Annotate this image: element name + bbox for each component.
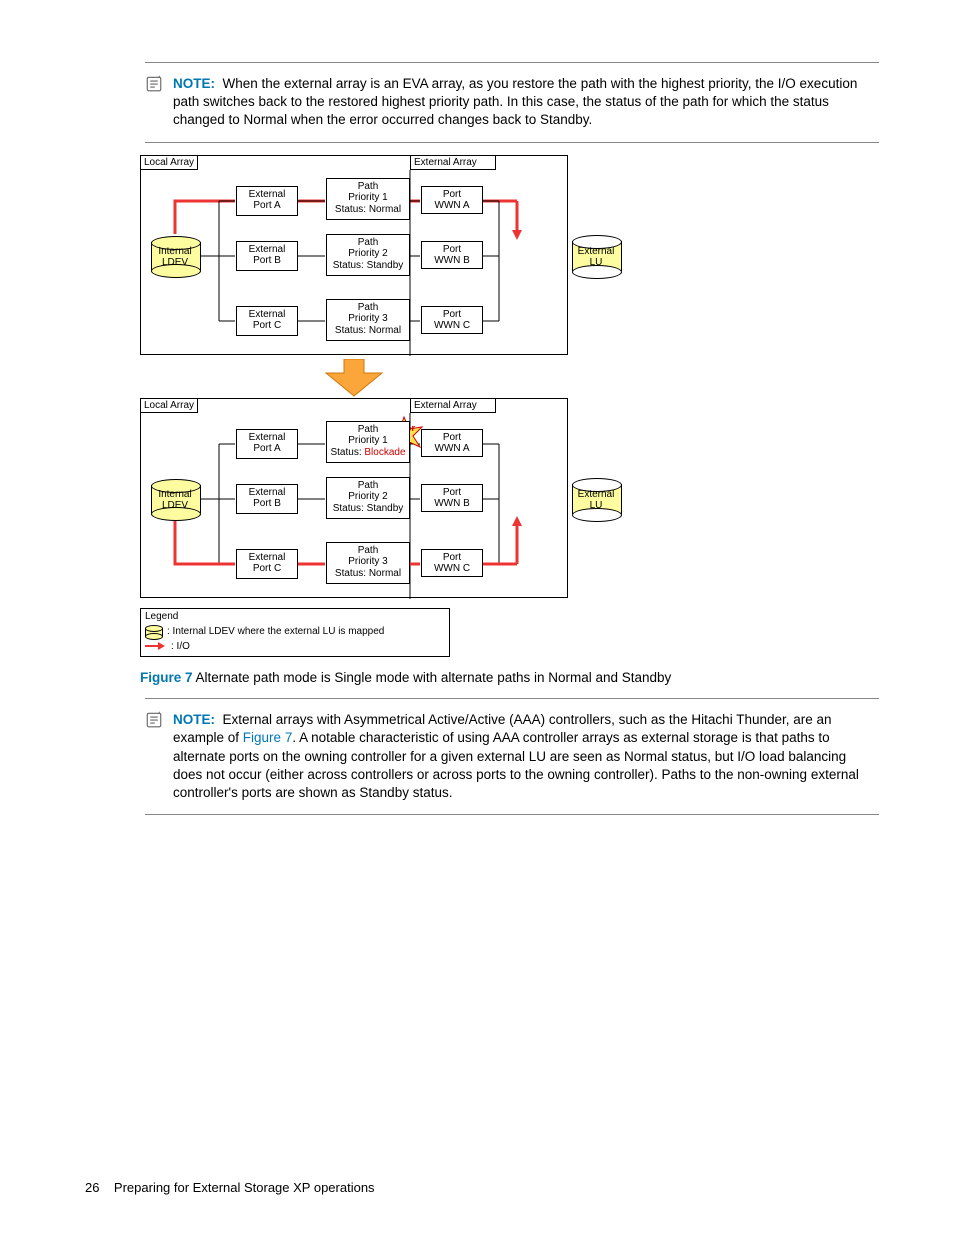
legend-item-1: : Internal LDEV where the external LU is… [145,625,445,639]
port-b: ExternalPort B [236,484,298,514]
page-footer: 26 Preparing for External Storage XP ope… [85,1180,375,1195]
wwn-c: PortWWN C [421,306,483,334]
path-3: PathPriority 3Status: Normal [326,542,410,584]
cylinder-icon [145,625,161,639]
port-b: ExternalPort B [236,241,298,271]
path-2: PathPriority 2Status: Standby [326,234,410,276]
port-c: ExternalPort C [236,549,298,579]
figure-link[interactable]: Figure 7 [243,730,293,745]
note-text-1: NOTE: When the external array is an EVA … [173,75,879,130]
port-c: ExternalPort C [236,306,298,336]
divider [145,142,879,143]
note-label: NOTE: [173,712,215,727]
figure-label: Figure 7 [140,670,193,685]
note-block-1: NOTE: When the external array is an EVA … [145,75,879,130]
legend-title: Legend [145,611,445,622]
path-1: PathPriority 1Status: Blockade [326,421,410,463]
external-lu-top: ExternalLU [572,235,620,277]
wwn-a: PortWWN A [421,186,483,214]
divider [145,698,879,699]
wwn-b: PortWWN B [421,484,483,512]
wwn-a: PortWWN A [421,429,483,457]
external-lu-bottom: ExternalLU [572,478,620,520]
divider [145,814,879,815]
section-title: Preparing for External Storage XP operat… [114,1180,375,1195]
diagram-legend: Legend : Internal LDEV where the externa… [140,608,450,657]
note-body: When the external array is an EVA array,… [173,76,857,127]
note-text-2: NOTE: External arrays with Asymmetrical … [173,711,879,802]
path-3: PathPriority 3Status: Normal [326,299,410,341]
note-icon [145,711,163,802]
wwn-b: PortWWN B [421,241,483,269]
down-arrow-icon [140,359,568,400]
figure-caption-text: Alternate path mode is Single mode with … [193,670,672,685]
page-number: 26 [85,1180,99,1195]
figure-caption: Figure 7 Alternate path mode is Single m… [140,669,879,687]
divider [145,62,879,63]
figure-diagram: Local Array External Array [140,155,570,657]
wwn-c: PortWWN C [421,549,483,577]
note-icon [145,75,163,130]
legend-item-2: : I/O [145,641,445,652]
internal-ldev: InternalLDEV [151,479,199,519]
path-2: PathPriority 2Status: Standby [326,477,410,519]
note-block-2: NOTE: External arrays with Asymmetrical … [145,711,879,802]
diagram-bottom-array: Local Array External Array [140,398,568,598]
internal-ldev: InternalLDEV [151,236,199,276]
arrow-icon [145,641,165,651]
note-label: NOTE: [173,76,215,91]
port-a: ExternalPort A [236,186,298,216]
diagram-top-array: Local Array External Array [140,155,568,355]
port-a: ExternalPort A [236,429,298,459]
path-1: PathPriority 1Status: Normal [326,178,410,220]
